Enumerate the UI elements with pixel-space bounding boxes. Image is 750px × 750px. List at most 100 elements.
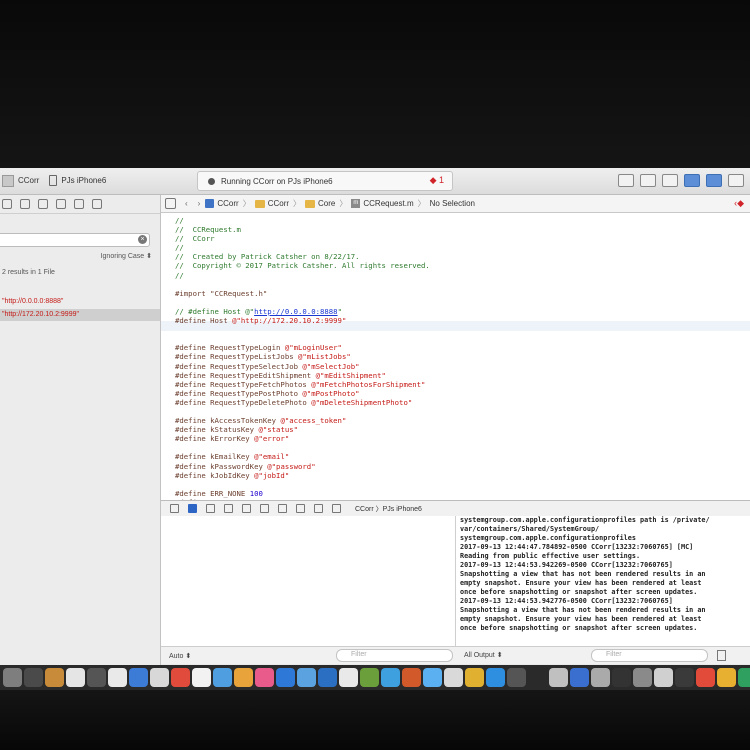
dock-app-icon[interactable]	[150, 668, 169, 687]
breadcrumb-project[interactable]: CCorr 〉	[205, 198, 251, 209]
breakpoints-toggle-icon[interactable]	[188, 504, 197, 513]
dock-app-icon[interactable]	[402, 668, 421, 687]
dock-app-icon[interactable]	[612, 668, 631, 687]
dock-app-icon[interactable]	[591, 668, 610, 687]
dock-app-icon[interactable]	[3, 668, 22, 687]
test-navigator-icon[interactable]	[74, 199, 84, 209]
dock-app-icon[interactable]	[675, 668, 694, 687]
dock-app-icon[interactable]	[738, 668, 750, 687]
clear-search-icon[interactable]: ×	[138, 235, 147, 244]
dock-app-icon[interactable]	[66, 668, 85, 687]
issue-navigation-icon[interactable]: ‹◆	[734, 198, 744, 209]
debug-target[interactable]: CCorr 〉PJs iPhone6	[355, 504, 422, 514]
dock-app-icon[interactable]	[234, 668, 253, 687]
source-editor[interactable]: //// CCRequest.m// CCorr//// Created by …	[161, 213, 750, 500]
dock-app-icon[interactable]	[297, 668, 316, 687]
utilities-toggle-icon[interactable]	[728, 174, 744, 187]
code-token: @"password"	[267, 461, 316, 471]
dock-app-icon[interactable]	[171, 668, 190, 687]
memory-graph-icon[interactable]	[296, 504, 305, 513]
code-line: #define ERR_NONE 100	[175, 489, 430, 498]
dock-app-icon[interactable]	[255, 668, 274, 687]
code-token: @"mPostPhoto"	[302, 388, 360, 398]
dock-app-icon[interactable]	[486, 668, 505, 687]
dock-app-icon[interactable]	[192, 668, 211, 687]
dock-app-icon[interactable]	[465, 668, 484, 687]
scheme-selector[interactable]: CCorr PJs iPhone6	[0, 173, 106, 188]
code-line: #define RequestTypeLogin @"mLoginUser"	[175, 343, 430, 352]
breadcrumb-group[interactable]: Core 〉	[305, 198, 347, 209]
ignoring-case-dropdown[interactable]: Ignoring Case ⬍	[101, 252, 152, 260]
back-arrow-icon[interactable]: ‹	[185, 199, 188, 208]
dock-app-icon[interactable]	[360, 668, 379, 687]
dock-app-icon[interactable]	[549, 668, 568, 687]
code-token: @"error"	[254, 434, 290, 444]
breadcrumb-file[interactable]: m CCRequest.m 〉	[351, 198, 426, 209]
assistant-editor-icon[interactable]	[640, 174, 656, 187]
step-out-icon[interactable]	[260, 504, 269, 513]
issue-indicator[interactable]: ◆ 1	[430, 175, 444, 186]
breadcrumb-selection[interactable]: No Selection	[430, 199, 475, 208]
dock-app-icon[interactable]	[444, 668, 463, 687]
dock-app-icon[interactable]	[129, 668, 148, 687]
dock-app-icon[interactable]	[339, 668, 358, 687]
standard-editor-icon[interactable]	[618, 174, 634, 187]
hide-debug-area-icon[interactable]	[170, 504, 179, 513]
dock-app-icon[interactable]	[528, 668, 547, 687]
debug-navigator-icon[interactable]	[92, 199, 102, 209]
results-summary: 2 results in 1 File	[2, 269, 55, 276]
view-hierarchy-icon[interactable]	[278, 504, 287, 513]
symbol-navigator-icon[interactable]	[20, 199, 30, 209]
pause-icon[interactable]	[206, 504, 215, 513]
dock-app-icon[interactable]	[213, 668, 232, 687]
code-token: #define kStatusKey	[175, 425, 259, 435]
navigator-toggle-icon[interactable]	[684, 174, 700, 187]
search-result-row[interactable]: "http://172.20.10.2:9999"	[0, 309, 160, 321]
jump-bar: ‹ › CCorr 〉 CCorr 〉 Core 〉 m CCRequest.m 〉 No…	[161, 195, 750, 213]
code-line: //	[175, 216, 430, 225]
forward-arrow-icon[interactable]: ›	[198, 199, 201, 208]
location-icon[interactable]	[332, 504, 341, 513]
code-line: #define kJobIdKey @"jobId"	[175, 471, 430, 480]
all-output-dropdown[interactable]: All Output ⬍	[464, 651, 503, 659]
screen: CCorr PJs iPhone6 Running CCorr on PJs i…	[0, 168, 750, 690]
variables-view[interactable]	[161, 516, 456, 646]
step-over-icon[interactable]	[224, 504, 233, 513]
step-in-icon[interactable]	[242, 504, 251, 513]
dock-app-icon[interactable]	[276, 668, 295, 687]
code-token: @"mFetchPhotosForShipment"	[311, 379, 426, 389]
dock-app-icon[interactable]	[381, 668, 400, 687]
dock-app-icon[interactable]	[717, 668, 736, 687]
code-line: #define RequestTypeSelectJob @"mSelectJo…	[175, 362, 430, 371]
issue-navigator-icon[interactable]	[56, 199, 66, 209]
dock-app-icon[interactable]	[654, 668, 673, 687]
dock-app-icon[interactable]	[45, 668, 64, 687]
console-filter-field[interactable]: Filter	[591, 649, 708, 662]
find-search-field[interactable]: ×	[0, 233, 150, 247]
environment-overrides-icon[interactable]	[314, 504, 323, 513]
related-items-icon[interactable]	[165, 198, 176, 209]
dock-app-icon[interactable]	[507, 668, 526, 687]
debug-toggle-icon[interactable]	[706, 174, 722, 187]
running-icon	[208, 177, 215, 185]
code-line: #define RequestTypeListJobs @"mListJobs"	[175, 352, 430, 361]
console-view[interactable]: systemgroup.com.apple.configurationprofi…	[456, 516, 750, 646]
project-navigator-icon[interactable]	[2, 199, 12, 209]
dock-app-icon[interactable]	[24, 668, 43, 687]
breadcrumb-group[interactable]: CCorr 〉	[254, 198, 301, 209]
dock-app-icon[interactable]	[633, 668, 652, 687]
dock-app-icon[interactable]	[108, 668, 127, 687]
project-icon	[205, 199, 215, 208]
trash-icon[interactable]	[717, 650, 726, 661]
dock-app-icon[interactable]	[696, 668, 715, 687]
dock-app-icon[interactable]	[87, 668, 106, 687]
dock-app-icon[interactable]	[570, 668, 589, 687]
variables-filter-field[interactable]: Filter	[336, 649, 453, 662]
auto-dropdown[interactable]: Auto ⬍	[169, 652, 191, 660]
find-navigator-icon[interactable]	[38, 199, 48, 209]
search-result-row[interactable]: "http://0.0.0.0:8888"	[0, 296, 160, 308]
version-editor-icon[interactable]	[662, 174, 678, 187]
dock-app-icon[interactable]	[423, 668, 442, 687]
dock-app-icon[interactable]	[318, 668, 337, 687]
